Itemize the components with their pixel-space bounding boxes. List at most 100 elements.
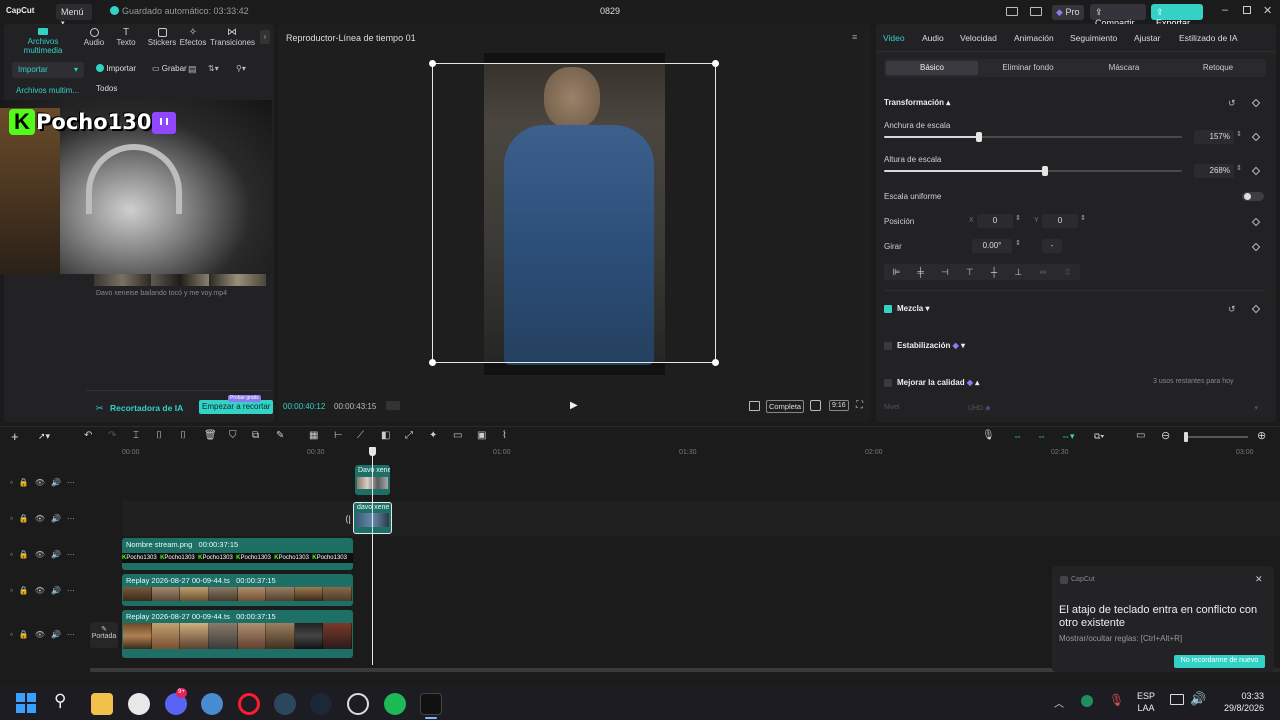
crop-clip-icon[interactable]: ⧉	[252, 430, 259, 441]
clock[interactable]: 03:33 29/8/2026	[1206, 690, 1264, 714]
tab-audio-props[interactable]: Audio	[922, 33, 944, 43]
menu-button[interactable]: Menú ▾	[56, 4, 92, 27]
ratio-button[interactable]: 9:16	[829, 400, 849, 411]
position-y-stepper-icon[interactable]: ⇕	[1080, 214, 1086, 222]
layout-icon[interactable]	[1006, 7, 1018, 16]
scale-height-handle[interactable]	[1041, 166, 1048, 176]
selection-box[interactable]	[429, 60, 719, 366]
ai-edit-icon[interactable]: ✎	[276, 430, 284, 441]
scale-height-stepper-icon[interactable]: ⇕	[1236, 164, 1242, 172]
align-left-icon[interactable]: ⊫	[893, 267, 901, 278]
position-y-input[interactable]: 0	[1042, 214, 1078, 228]
scale-width-slider[interactable]	[884, 132, 1182, 142]
stabilize-checkbox[interactable]	[884, 342, 892, 350]
spotify-icon[interactable]	[384, 693, 406, 715]
tab-transitions[interactable]: ⋈ Transiciones	[210, 28, 255, 48]
subtab-retouch[interactable]: Retoque	[1172, 61, 1264, 75]
track-controls-4[interactable]: ▫🔒👁🔊⋯	[10, 586, 81, 595]
scale-width-handle[interactable]	[976, 132, 983, 142]
track-controls-5[interactable]: ▫🔒👁🔊⋯	[10, 630, 81, 639]
capcut-taskbar-icon[interactable]	[420, 693, 442, 715]
uniform-scale-toggle[interactable]	[1242, 192, 1264, 201]
split-icon[interactable]: ⌶	[133, 430, 139, 441]
quality-button[interactable]: Completa	[766, 400, 805, 413]
share-button[interactable]: ⇪ Compartir	[1090, 4, 1146, 28]
undo-icon[interactable]: ↶	[84, 430, 92, 441]
timeline-clip[interactable]: Replay 2026-08-27 00-09-44.ts 00:00:37:1…	[122, 610, 353, 658]
redo-icon[interactable]: ↷	[108, 430, 116, 441]
freeze-icon[interactable]: ▦	[309, 430, 318, 441]
tray-mic-icon[interactable]: 🎙	[1109, 693, 1124, 707]
rotate-stepper-icon[interactable]: ⇕	[1015, 239, 1021, 247]
minimize-icon[interactable]: –	[1222, 4, 1228, 16]
tray-chevron-icon[interactable]: ︿	[1054, 695, 1064, 710]
magnet-icon[interactable]: ⇔	[1037, 431, 1046, 441]
timeline-clip[interactable]: Replay 2026-08-27 00-09-44.ts 00:00:37:1…	[122, 574, 353, 606]
play-icon[interactable]: ▶	[570, 400, 578, 411]
speed-icon[interactable]: ⟋	[357, 430, 364, 441]
app-person-icon[interactable]	[128, 693, 150, 715]
zoom-out-icon[interactable]: ⊖	[1161, 429, 1170, 442]
toast-close-icon[interactable]: ✕	[1255, 574, 1263, 585]
magic-icon[interactable]: ✦	[429, 430, 437, 441]
position-keyframe-icon[interactable]	[1251, 217, 1261, 227]
add-track-icon[interactable]: +	[11, 429, 19, 444]
resize-icon[interactable]: ▭	[453, 430, 462, 441]
scale-width-value[interactable]: 157%	[1194, 130, 1234, 144]
scale-width-keyframe-icon[interactable]	[1251, 132, 1261, 142]
handle-bottom-right[interactable]	[712, 359, 719, 366]
caption-icon[interactable]: ▭	[1136, 430, 1145, 441]
tab-adjust[interactable]: Ajustar	[1134, 33, 1160, 43]
mic-icon[interactable]: 🎙	[982, 430, 995, 441]
export-button[interactable]: ⇪ Exportar	[1151, 4, 1203, 28]
position-x-stepper-icon[interactable]: ⇕	[1015, 214, 1021, 222]
split-left-icon[interactable]: ⌷	[156, 430, 162, 441]
playhead[interactable]	[369, 447, 376, 665]
scale-width-stepper-icon[interactable]: ⇕	[1236, 130, 1242, 138]
import-dropdown[interactable]: Importar ▾	[12, 62, 84, 78]
scale-height-value[interactable]: 268%	[1194, 164, 1234, 178]
cover-button[interactable]: ✎ Portada	[90, 622, 118, 648]
quality-header[interactable]: Mejorar la calidad ◆ ▴	[897, 378, 979, 387]
align-center-h-icon[interactable]: ╪	[917, 267, 923, 277]
keyframe-icon[interactable]	[1251, 98, 1261, 108]
obs-icon[interactable]	[347, 693, 369, 715]
maximize-icon[interactable]	[1243, 6, 1251, 14]
player-menu-icon[interactable]: ≡	[852, 32, 857, 42]
search-icon[interactable]: ⚲	[54, 691, 66, 711]
tab-tracking[interactable]: Seguimiento	[1070, 33, 1117, 43]
scale-height-slider[interactable]	[884, 166, 1182, 176]
subtab-remove-bg[interactable]: Eliminar fondo	[982, 61, 1074, 75]
tab-ai-style[interactable]: Estilizado de IA	[1179, 33, 1238, 43]
insert-icon[interactable]: ⊢	[334, 430, 343, 441]
blend-header[interactable]: Mezcla ▾	[897, 304, 929, 313]
tab-media[interactable]: Archivos multimedia	[8, 28, 78, 55]
rotate-flip-button[interactable]: -	[1042, 239, 1062, 253]
align-top-icon[interactable]: ⊤	[966, 267, 974, 278]
record-button[interactable]: ▭ Grabar	[150, 61, 190, 77]
timeline-ruler[interactable]: 00:00 00:30 01:00 01:30 02:00 02:30 03:0…	[118, 446, 1280, 460]
tab-effects[interactable]: ✧ Efectos	[179, 28, 207, 48]
reset-icon[interactable]: ↺	[1228, 98, 1236, 109]
subtab-basic[interactable]: Básico	[886, 61, 978, 75]
list-view-icon[interactable]: ▤	[188, 64, 197, 75]
rotate-input[interactable]: 0.00°	[972, 239, 1012, 253]
blend-keyframe-icon[interactable]	[1251, 304, 1261, 314]
split-right-icon[interactable]: ⌷	[180, 430, 186, 441]
playhead-handle[interactable]	[369, 447, 376, 456]
mirror-icon[interactable]: ◧	[381, 430, 390, 441]
volume-icon[interactable]: 🔊	[1190, 691, 1206, 707]
track-controls-2[interactable]: ▫🔒👁🔊⋯	[10, 514, 81, 523]
filter-icon[interactable]: ⚲▾	[236, 64, 246, 73]
pro-button[interactable]: ◆ Pro	[1052, 5, 1084, 20]
preview-axis-icon[interactable]: ⧉▾	[1094, 431, 1104, 442]
import-button[interactable]: Importar	[94, 61, 144, 77]
tab-video[interactable]: Video	[883, 33, 905, 43]
steam-icon[interactable]	[274, 693, 296, 715]
shortcuts-icon[interactable]	[1030, 7, 1042, 16]
snapshot-icon[interactable]	[810, 400, 821, 411]
zoom-slider[interactable]	[1184, 432, 1248, 442]
tab-text[interactable]: T Texto	[112, 28, 140, 48]
file-explorer-icon[interactable]	[91, 693, 113, 715]
level-select[interactable]: UHD ◆ ▾	[962, 401, 1264, 415]
